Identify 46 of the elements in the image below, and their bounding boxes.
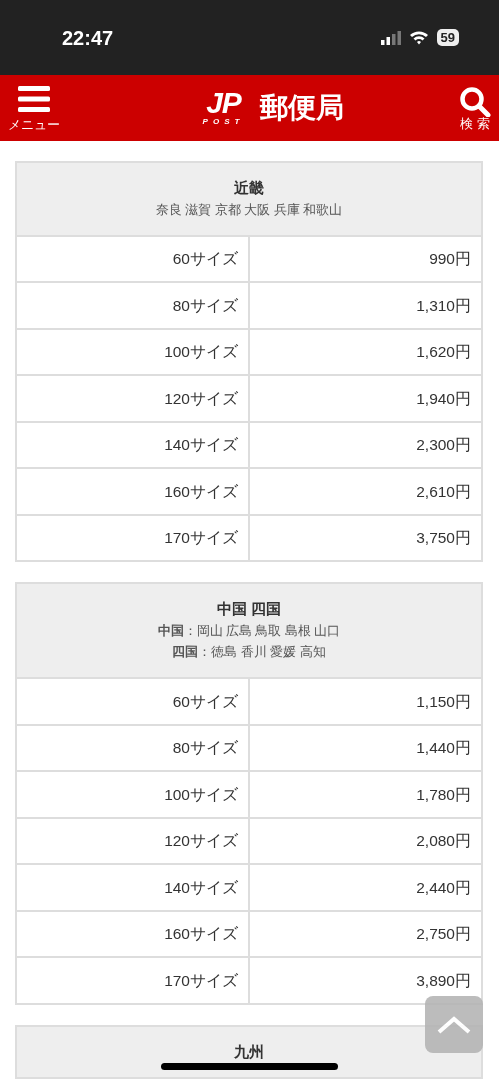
- prefecture-list: 奈良 滋賀 京都 大阪 兵庫 和歌山: [23, 199, 475, 221]
- price-cell: 2,440円: [249, 864, 482, 911]
- size-cell: 160サイズ: [16, 910, 249, 958]
- search-button[interactable]: 検 索: [459, 86, 491, 130]
- menu-icon: [18, 85, 50, 112]
- size-cell: 120サイズ: [16, 375, 249, 422]
- size-cell: 170サイズ: [16, 514, 249, 562]
- logo-mark: JP: [206, 88, 241, 116]
- search-icon: [459, 86, 491, 117]
- price-cell: 1,310円: [249, 282, 482, 329]
- menu-button[interactable]: メニュー: [8, 85, 60, 131]
- price-cell: 1,940円: [249, 375, 482, 422]
- region-name: 近畿: [233, 178, 265, 198]
- site-name: 郵便局: [260, 91, 345, 125]
- price-cell: 2,080円: [249, 817, 482, 865]
- price-cell: 1,440円: [249, 724, 482, 772]
- size-cell: 100サイズ: [16, 771, 249, 818]
- price-cell: 3,750円: [249, 514, 482, 562]
- chevron-up-icon: [437, 1015, 471, 1034]
- battery-indicator: 59: [436, 29, 459, 46]
- price-cell: 2,750円: [249, 910, 482, 958]
- price-cell: 2,300円: [249, 421, 482, 469]
- prefecture-list: 四国：徳島 香川 愛媛 高知: [23, 642, 475, 664]
- wifi-icon: [408, 30, 429, 45]
- status-time: 22:47: [62, 25, 114, 51]
- price-cell: 1,150円: [249, 678, 482, 725]
- prefecture-list: 中国：岡山 広島 鳥取 島根 山口: [23, 620, 475, 642]
- signal-icon: [380, 30, 401, 45]
- size-cell: 60サイズ: [16, 235, 249, 283]
- size-cell: 80サイズ: [16, 282, 249, 329]
- price-cell: 2,610円: [249, 468, 482, 515]
- region-name: 中国 四国: [215, 599, 283, 620]
- region-name: 九州: [233, 1041, 265, 1062]
- size-cell: 80サイズ: [16, 724, 249, 772]
- size-cell: 120サイズ: [16, 817, 249, 865]
- size-cell: 60サイズ: [16, 678, 249, 725]
- price-cell: 1,620円: [249, 328, 482, 376]
- size-cell: 140サイズ: [16, 421, 249, 469]
- scroll-to-top-button[interactable]: [425, 996, 483, 1053]
- logo-subtext: POST: [202, 115, 245, 128]
- size-cell: 160サイズ: [16, 468, 249, 515]
- price-cell: 990円: [249, 235, 482, 283]
- size-cell: 170サイズ: [16, 957, 249, 1004]
- price-cell: 1,780円: [249, 771, 482, 818]
- size-cell: 140サイズ: [16, 864, 249, 911]
- size-cell: 100サイズ: [16, 328, 249, 376]
